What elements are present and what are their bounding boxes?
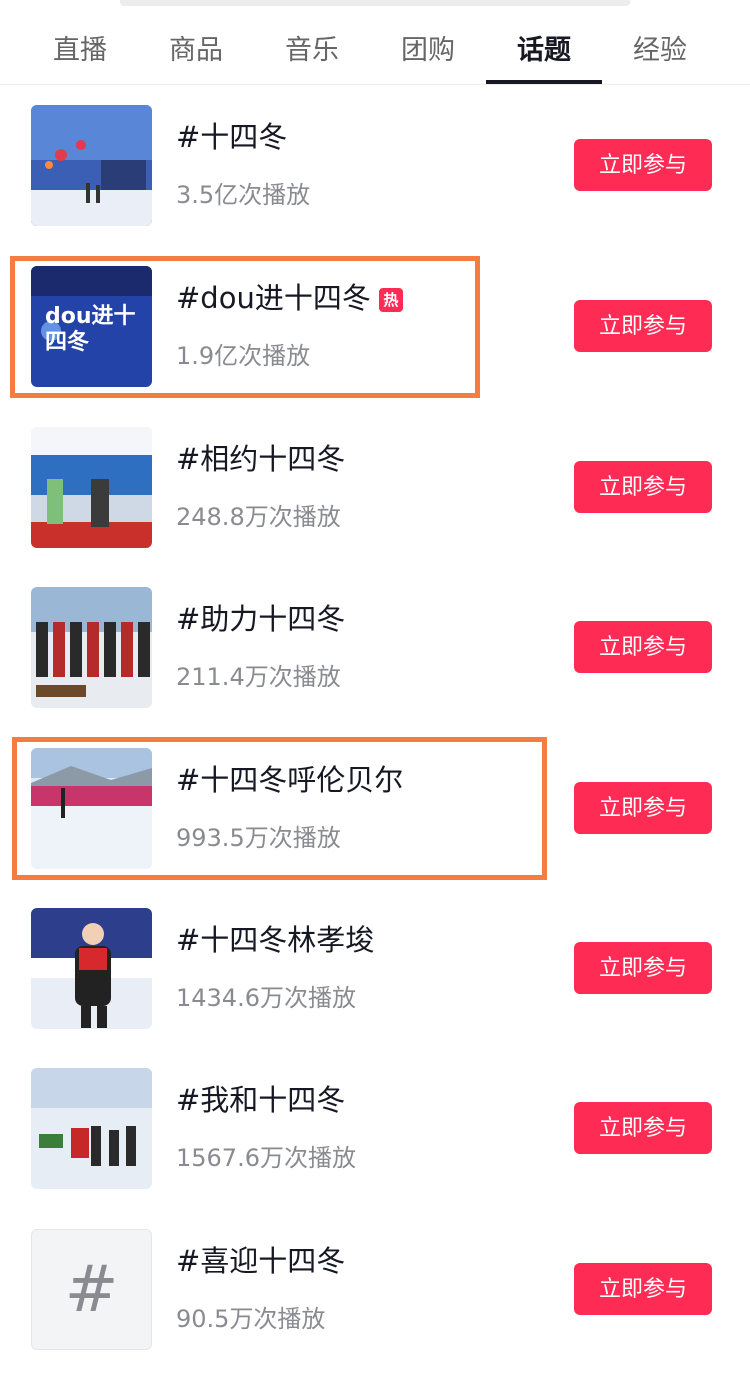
- topic-play-count: 211.4万次播放: [176, 663, 341, 691]
- topic-row[interactable]: #相约十四冬 248.8万次播放 立即参与: [0, 427, 750, 587]
- hashtag-icon: #: [64, 1253, 119, 1327]
- topic-row[interactable]: #十四冬林孝埈 1434.6万次播放 立即参与: [0, 908, 750, 1068]
- join-button[interactable]: 立即参与: [574, 1263, 712, 1315]
- topic-thumbnail: [31, 587, 152, 708]
- topic-play-count: 1567.6万次播放: [176, 1144, 356, 1172]
- topic-title[interactable]: #助力十四冬: [176, 601, 345, 637]
- highlight-box: [10, 256, 480, 398]
- join-button[interactable]: 立即参与: [574, 139, 712, 191]
- join-button[interactable]: 立即参与: [574, 300, 712, 352]
- topic-title[interactable]: #十四冬林孝埈: [176, 922, 374, 958]
- topic-thumbnail: [31, 1068, 152, 1189]
- join-button[interactable]: 立即参与: [574, 782, 712, 834]
- topic-thumbnail: [31, 908, 152, 1029]
- topic-title[interactable]: #我和十四冬: [176, 1082, 345, 1118]
- topic-thumbnail: [31, 105, 152, 226]
- topic-thumbnail: #: [31, 1229, 152, 1350]
- topic-play-count: 3.5亿次播放: [176, 181, 311, 209]
- topic-row[interactable]: #我和十四冬 1567.6万次播放 立即参与: [0, 1068, 750, 1228]
- join-button[interactable]: 立即参与: [574, 1102, 712, 1154]
- tab-experience[interactable]: 经验: [602, 28, 718, 67]
- topic-row[interactable]: #助力十四冬 211.4万次播放 立即参与: [0, 587, 750, 747]
- tab-group-buy[interactable]: 团购: [370, 28, 486, 67]
- tab-topics[interactable]: 话题: [486, 28, 602, 67]
- topic-play-count: 1434.6万次播放: [176, 984, 356, 1012]
- topic-thumbnail: [31, 427, 152, 548]
- join-button[interactable]: 立即参与: [574, 942, 712, 994]
- topic-play-count: 248.8万次播放: [176, 503, 341, 531]
- topic-row[interactable]: # #喜迎十四冬 90.5万次播放 立即参与: [0, 1229, 750, 1389]
- join-button[interactable]: 立即参与: [574, 621, 712, 673]
- join-button[interactable]: 立即参与: [574, 461, 712, 513]
- tab-products[interactable]: 商品: [138, 28, 254, 67]
- topic-row[interactable]: #十四冬 3.5亿次播放 立即参与: [0, 105, 750, 265]
- active-tab-indicator: [486, 80, 602, 84]
- category-tabs: 直播 商品 音乐 团购 话题 经验: [0, 6, 750, 85]
- topic-title[interactable]: #相约十四冬: [176, 441, 345, 477]
- topic-play-count: 90.5万次播放: [176, 1305, 326, 1333]
- topic-title[interactable]: #喜迎十四冬: [176, 1243, 345, 1279]
- highlight-box: [12, 737, 547, 880]
- tab-music[interactable]: 音乐: [254, 28, 370, 67]
- topic-title[interactable]: #十四冬: [176, 119, 287, 155]
- tab-live[interactable]: 直播: [22, 28, 138, 67]
